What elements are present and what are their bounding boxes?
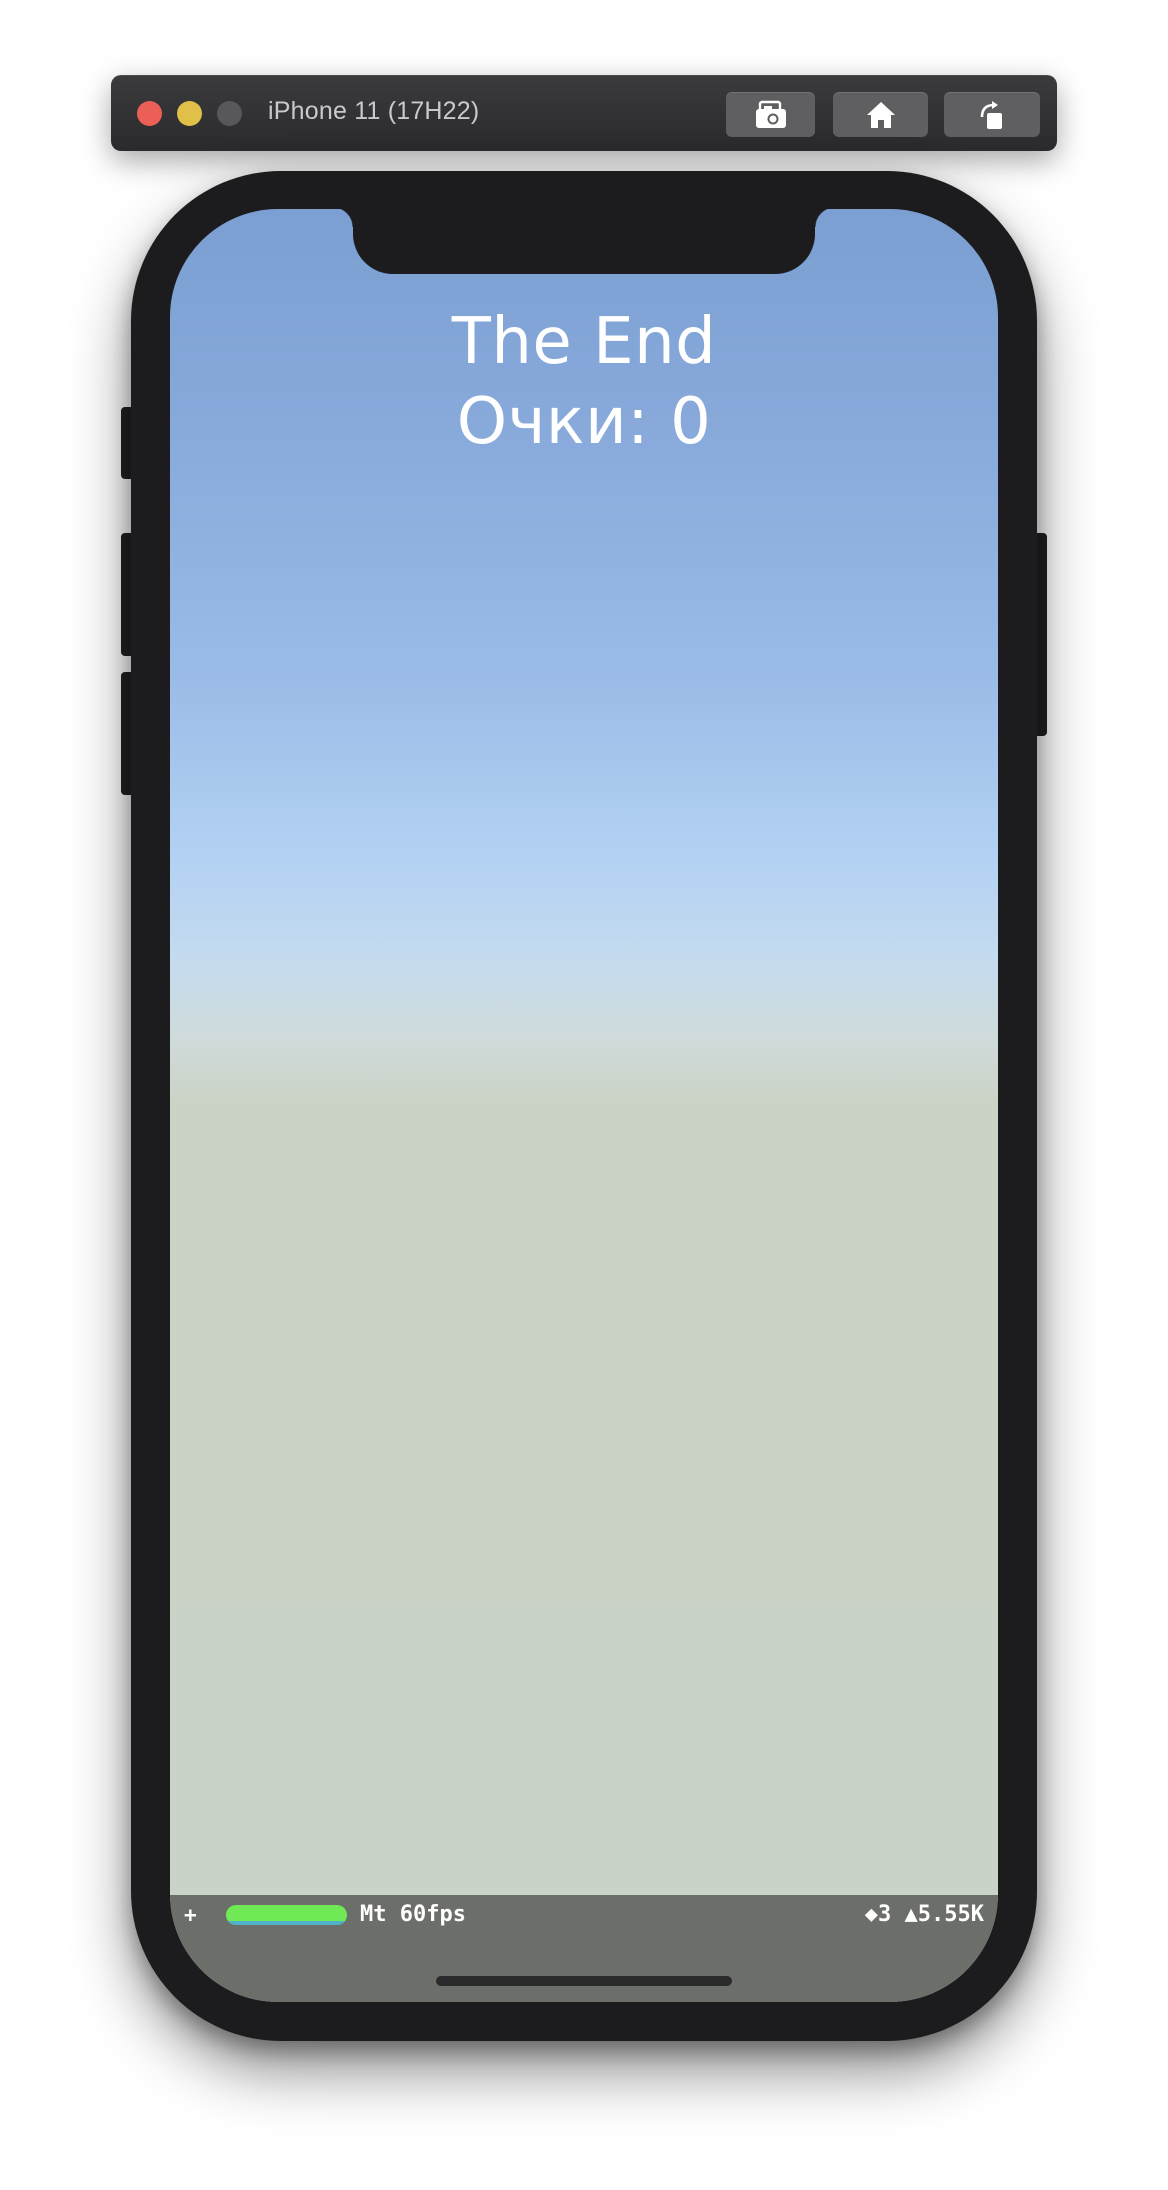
rotate-icon <box>980 100 1002 129</box>
notch <box>333 209 835 274</box>
zoom-window-button[interactable] <box>217 101 242 126</box>
fps-text: Mt 60fps <box>360 1902 466 1927</box>
stats-expand-button[interactable]: + <box>184 1903 197 1927</box>
screenshot-button[interactable] <box>726 92 815 137</box>
draw-stats: ◆3 ▲5.55K <box>864 1902 984 1927</box>
fps-bar <box>226 1905 347 1925</box>
camera-icon <box>755 100 786 128</box>
home-indicator[interactable] <box>436 1976 732 1986</box>
simulator-titlebar: iPhone 11 (17H22) <box>111 75 1057 151</box>
rotate-button[interactable] <box>944 92 1040 137</box>
game-screen[interactable]: The End Очки: 0 + Mt 60fps ◆3 ▲5.55K <box>170 209 998 2002</box>
home-button[interactable] <box>833 92 928 137</box>
score-label: Очки: 0 <box>456 385 712 459</box>
fps-bar-fill <box>226 1921 347 1925</box>
window-title: iPhone 11 (17H22) <box>268 97 480 125</box>
home-icon <box>866 101 895 128</box>
close-window-button[interactable] <box>137 101 162 126</box>
game-over-title: The End <box>451 305 717 379</box>
minimize-window-button[interactable] <box>177 101 202 126</box>
